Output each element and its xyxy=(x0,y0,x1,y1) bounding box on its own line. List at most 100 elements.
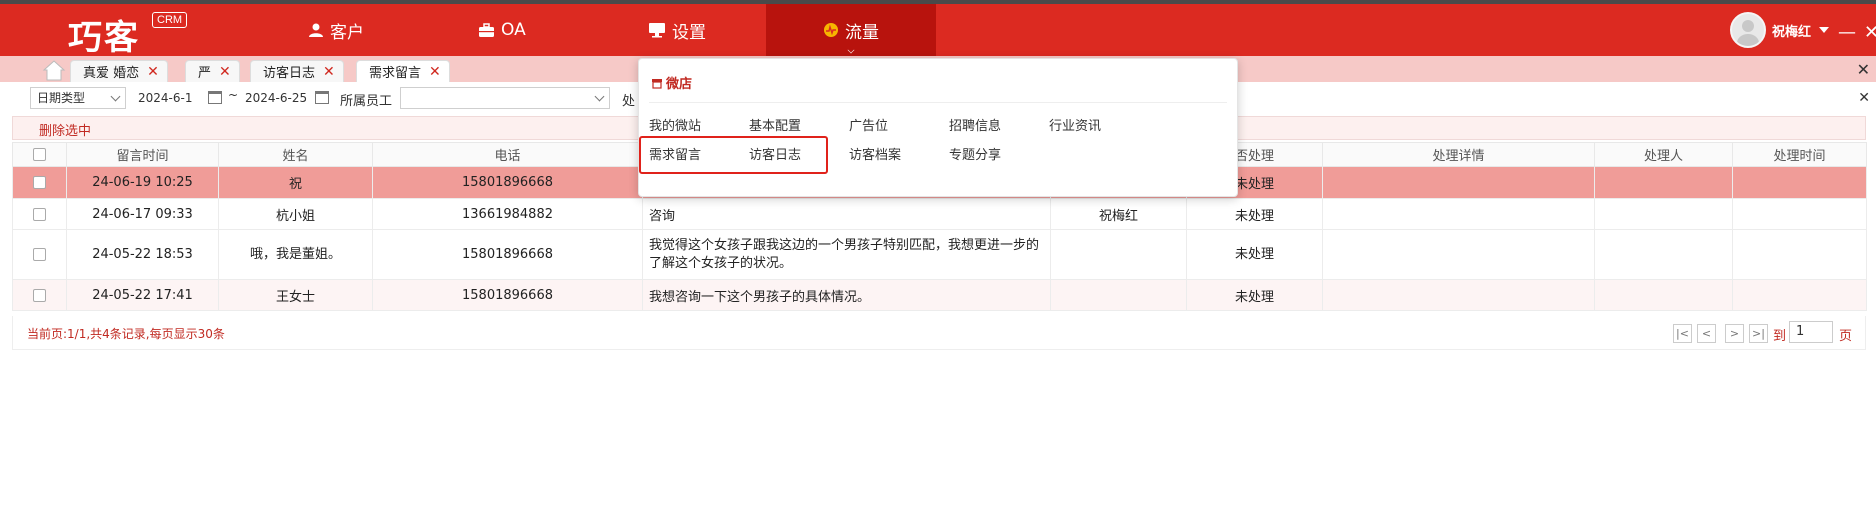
date-separator: ~ xyxy=(228,88,239,102)
col-name: 姓名 xyxy=(218,142,373,167)
divider xyxy=(649,102,1227,103)
chevron-down-icon xyxy=(594,91,605,102)
calendar-icon[interactable] xyxy=(315,91,329,104)
process-label: 处 xyxy=(622,94,636,109)
user-menu[interactable]: 祝梅红 xyxy=(1730,12,1830,48)
scroll-close-icon[interactable]: ✕ xyxy=(1858,90,1870,106)
cell-name: 哦，我是董姐。 xyxy=(218,229,373,280)
nav-oa[interactable]: OA xyxy=(478,4,526,56)
date-from-field[interactable]: 2024-6-1 xyxy=(138,87,192,109)
close-icon[interactable]: ✕ xyxy=(429,64,441,80)
cell-name: 杭小姐 xyxy=(218,198,373,230)
nav-customers[interactable]: 客户 xyxy=(308,4,364,56)
cell-handler xyxy=(1594,229,1733,280)
cell-detail xyxy=(1322,279,1595,311)
nav-oa-label: OA xyxy=(501,20,526,40)
cell-phone: 15801896668 xyxy=(372,166,643,199)
goto-label: 到 xyxy=(1773,329,1787,344)
user-icon xyxy=(309,23,323,37)
microshop-section-header: 微店 xyxy=(651,73,692,92)
last-page-button[interactable]: >| xyxy=(1749,324,1768,343)
row-checkbox[interactable] xyxy=(12,166,67,199)
cell-time: 24-05-22 17:41 xyxy=(66,279,219,311)
shop-icon xyxy=(652,78,662,89)
cell-handled-at xyxy=(1732,229,1867,280)
cell-phone: 15801896668 xyxy=(372,229,643,280)
nav-settings[interactable]: 设置 xyxy=(648,4,706,56)
cell-owner xyxy=(1050,279,1187,311)
logo-badge: CRM xyxy=(152,12,188,28)
close-icon[interactable]: ✕ xyxy=(323,64,335,80)
tab-yan[interactable]: 严 ✕ xyxy=(185,60,240,82)
cell-handled-at xyxy=(1732,166,1867,199)
cell-owner xyxy=(1050,229,1187,280)
cell-detail xyxy=(1322,229,1595,280)
page-unit: 页 xyxy=(1839,329,1853,344)
cell-phone: 15801896668 xyxy=(372,279,643,311)
calendar-icon[interactable] xyxy=(208,91,222,104)
chevron-down-icon xyxy=(110,91,121,102)
delete-selected-button[interactable]: 删除选中 xyxy=(39,120,91,139)
staff-label: 所属员工 xyxy=(340,94,393,109)
menu-item-industry-news[interactable]: 行业资讯 xyxy=(1049,115,1101,134)
menu-item-my-microsite[interactable]: 我的微站 xyxy=(649,115,701,134)
cell-status: 未处理 xyxy=(1186,229,1323,280)
menu-item-topic-share[interactable]: 专题分享 xyxy=(949,144,1001,163)
row-checkbox[interactable] xyxy=(12,279,67,311)
cell-time: 24-06-17 09:33 xyxy=(66,198,219,230)
row-checkbox[interactable] xyxy=(12,229,67,280)
cell-detail xyxy=(1322,166,1595,199)
cell-status: 未处理 xyxy=(1186,198,1323,230)
col-handler: 处理人 xyxy=(1594,142,1733,167)
tab-label: 真爱 婚恋 xyxy=(83,66,140,81)
menu-item-ad-slots[interactable]: 广告位 xyxy=(849,115,888,134)
menu-item-basic-config[interactable]: 基本配置 xyxy=(749,115,801,134)
next-page-button[interactable]: > xyxy=(1725,324,1744,343)
select-all-checkbox[interactable] xyxy=(12,142,67,167)
avatar xyxy=(1730,12,1766,48)
row-checkbox[interactable] xyxy=(12,198,67,230)
cell-status: 未处理 xyxy=(1186,279,1323,311)
close-icon[interactable]: ✕ xyxy=(219,64,231,80)
nav-traffic[interactable]: 流量 xyxy=(766,4,936,56)
page-input[interactable]: 1 xyxy=(1789,321,1833,343)
table-row[interactable]: 24-06-17 09:33 杭小姐 13661984882 咨询 祝梅红 未处… xyxy=(12,198,1867,230)
app-logo[interactable]: 巧客 xyxy=(68,10,140,59)
tab-zhenai[interactable]: 真爱 婚恋 ✕ xyxy=(70,60,168,82)
date-type-select[interactable]: 日期类型 xyxy=(30,87,126,109)
close-window-button[interactable]: ✕ xyxy=(1864,22,1876,43)
cell-handler xyxy=(1594,198,1733,230)
page-info: 当前页:1/1,共4条记录,每页显示30条 xyxy=(27,327,225,341)
close-tab-icon[interactable]: ✕ xyxy=(1857,60,1870,79)
tab-demand-messages[interactable]: 需求留言 ✕ xyxy=(356,60,450,82)
nav-customers-label: 客户 xyxy=(330,22,364,43)
chevron-down-icon xyxy=(847,46,855,54)
minimize-button[interactable]: — xyxy=(1838,22,1856,43)
cell-content: 我觉得这个女孩子跟我这边的一个男孩子特别匹配，我想更进一步的了解这个女孩子的状况… xyxy=(642,229,1051,280)
annotation-highlight-box xyxy=(639,136,828,174)
cell-detail xyxy=(1322,198,1595,230)
cell-name: 祝 xyxy=(218,166,373,199)
table-row[interactable]: 24-05-22 17:41 王女士 15801896668 我想咨询一下这个男… xyxy=(12,279,1867,311)
table-row[interactable]: 24-05-22 18:53 哦，我是董姐。 15801896668 我觉得这个… xyxy=(12,229,1867,280)
col-detail: 处理详情 xyxy=(1322,142,1595,167)
tab-label: 访客日志 xyxy=(263,66,316,81)
cell-handler xyxy=(1594,166,1733,199)
section-label: 微店 xyxy=(666,77,693,92)
traffic-dropdown-menu: 微店 我的微站 基本配置 广告位 招聘信息 行业资讯 需求留言 访客日志 访客档… xyxy=(638,58,1238,197)
traffic-icon xyxy=(824,23,838,37)
prev-page-button[interactable]: < xyxy=(1697,324,1716,343)
tab-label: 需求留言 xyxy=(369,66,422,81)
menu-item-visitor-profiles[interactable]: 访客档案 xyxy=(849,144,901,163)
close-icon[interactable]: ✕ xyxy=(147,64,159,80)
staff-select[interactable] xyxy=(400,87,610,109)
nav-traffic-label: 流量 xyxy=(845,22,879,43)
first-page-button[interactable]: |< xyxy=(1673,324,1692,343)
cell-content: 咨询 xyxy=(642,198,1051,230)
cell-name: 王女士 xyxy=(218,279,373,311)
tab-visitor-log[interactable]: 访客日志 ✕ xyxy=(250,60,344,82)
menu-item-recruitment[interactable]: 招聘信息 xyxy=(949,115,1001,134)
home-icon[interactable] xyxy=(42,59,66,81)
nav-settings-label: 设置 xyxy=(672,22,706,43)
date-to-field[interactable]: 2024-6-25 xyxy=(245,87,307,109)
